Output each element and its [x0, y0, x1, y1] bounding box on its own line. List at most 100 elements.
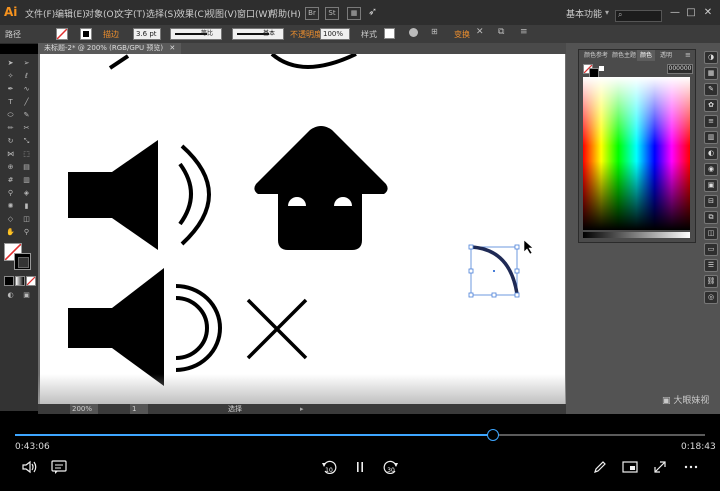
speaker-icon-shape[interactable]	[68, 140, 158, 250]
scale-tool-icon[interactable]: ⤡	[20, 136, 33, 146]
direct-selection-tool-icon[interactable]: ➢	[20, 58, 33, 68]
brushes-panel-icon[interactable]: ✎	[704, 83, 718, 96]
artboard-page-field[interactable]: 1	[130, 404, 148, 414]
transform-panel-icon[interactable]: ⧉	[704, 211, 718, 224]
align-panel-icon[interactable]: ⊟	[704, 195, 718, 208]
hand-tool-icon[interactable]: ✋	[4, 227, 17, 237]
stock-icon[interactable]: St	[325, 7, 339, 20]
canvas-area[interactable]	[38, 54, 566, 404]
slice-tool-icon[interactable]: ◫	[20, 214, 33, 224]
volume-button[interactable]	[20, 458, 38, 476]
zoom-tool-icon[interactable]: ⚲	[20, 227, 33, 237]
rotate-tool-icon[interactable]: ↻	[4, 136, 17, 146]
menu-edit[interactable]: 编辑(E)	[55, 7, 86, 20]
type-tool-icon[interactable]: T	[4, 97, 17, 107]
opacity-label[interactable]: 不透明度	[290, 29, 322, 40]
curvature-tool-icon[interactable]: ∿	[20, 84, 33, 94]
sound-waves-shape[interactable]	[178, 144, 211, 246]
menu-select[interactable]: 选择(S)	[146, 7, 177, 20]
menu-type[interactable]: 文字(T)	[115, 7, 146, 20]
progress-thumb[interactable]	[487, 429, 500, 441]
menu-help[interactable]: 帮助(H)	[269, 7, 301, 20]
links-panel-icon[interactable]: ⛓	[704, 275, 718, 288]
sound-arcs-shape-2[interactable]	[175, 284, 222, 372]
menu-effect[interactable]: 效果(C)	[176, 7, 207, 20]
tab-transparency[interactable]: 透明	[657, 50, 675, 61]
tab-color-themes[interactable]: 颜色主题	[609, 50, 639, 61]
lasso-tool-icon[interactable]: ℓ	[20, 71, 33, 81]
menu-file[interactable]: 文件(F)	[25, 7, 55, 20]
free-transform-tool-icon[interactable]: ⬚	[20, 149, 33, 159]
isolate-icon[interactable]: ✕	[476, 27, 484, 37]
column-graph-tool-icon[interactable]: ▮	[20, 201, 33, 211]
stroke-color-box[interactable]	[14, 253, 31, 270]
artboard[interactable]	[40, 54, 565, 404]
stroke-label[interactable]: 描边	[103, 29, 119, 40]
transform-label[interactable]: 变换	[454, 29, 470, 40]
speaker-icon-shape-2[interactable]	[68, 268, 164, 386]
captions-button[interactable]	[50, 458, 68, 476]
pause-button[interactable]	[351, 458, 369, 476]
status-menu-arrow-icon[interactable]: ▸	[300, 404, 304, 414]
opacity-field[interactable]: 100%	[320, 28, 350, 40]
paintbrush-tool-icon[interactable]: ✎	[20, 110, 33, 120]
line-tool-icon[interactable]: ╱	[20, 97, 33, 107]
screen-mode-icon[interactable]: ▣	[20, 290, 33, 300]
symbols-panel-icon[interactable]: ✿	[704, 99, 718, 112]
fullscreen-button[interactable]	[651, 458, 669, 476]
libraries-panel-icon[interactable]: ◎	[704, 291, 718, 304]
pathfinder-icon[interactable]: ⧉	[498, 27, 504, 37]
tab-color-guide[interactable]: 颜色参考	[581, 50, 611, 61]
selection-tool-icon[interactable]: ➤	[4, 58, 17, 68]
color-panel-icon[interactable]: ◑	[704, 51, 718, 64]
progress-bar[interactable]	[15, 429, 705, 441]
tab-color[interactable]: 颜色	[637, 50, 656, 61]
gradient-panel-icon[interactable]: ▥	[704, 131, 718, 144]
magic-wand-tool-icon[interactable]: ✧	[4, 71, 17, 81]
align-icon[interactable]: ⊞	[431, 27, 438, 36]
dropdown-arrow-icon[interactable]: ▾	[605, 8, 609, 17]
arrange-documents-icon[interactable]: ▦	[347, 7, 361, 20]
minimize-button[interactable]: —	[668, 7, 682, 19]
selected-arc-path[interactable]	[468, 244, 520, 298]
edit-button[interactable]	[591, 458, 609, 476]
symbol-sprayer-tool-icon[interactable]: ✺	[4, 201, 17, 211]
forward-30-button[interactable]: 30	[382, 458, 400, 476]
graphic-styles-panel-icon[interactable]: ▣	[704, 179, 718, 192]
search-input[interactable]: ⌕	[615, 10, 662, 22]
appearance-panel-icon[interactable]: ◉	[704, 163, 718, 176]
ellipse-tool-icon[interactable]: ⬭	[4, 110, 17, 120]
zoom-level-field[interactable]: 200%	[70, 404, 98, 414]
blend-tool-icon[interactable]: ◈	[20, 188, 33, 198]
scissors-tool-icon[interactable]: ✂	[20, 123, 33, 133]
close-button[interactable]: ✕	[701, 7, 715, 19]
restore-button[interactable]: □	[684, 7, 698, 19]
grayscale-ramp[interactable]	[583, 232, 690, 238]
close-tab-icon[interactable]: ✕	[169, 44, 175, 52]
none-mode-icon[interactable]	[26, 276, 36, 286]
draw-mode-icon[interactable]: ◐	[4, 290, 17, 300]
gpu-performance-icon[interactable]: ➶	[368, 6, 380, 18]
panel-menu-icon[interactable]: ≡	[520, 27, 528, 37]
fill-swatch[interactable]	[56, 28, 68, 40]
stroke-weight-field[interactable]: 3.6 pt	[133, 28, 161, 40]
white-swatch[interactable]	[599, 66, 604, 71]
menu-window[interactable]: 窗口(W)	[237, 7, 271, 20]
graphic-style-swatch[interactable]	[384, 28, 395, 39]
stroke-panel-icon[interactable]: ≡	[704, 115, 718, 128]
artboard-tool-icon[interactable]: ◇	[4, 214, 17, 224]
stroke-profile-select[interactable]: 等比	[170, 28, 222, 40]
close-x-shape[interactable]	[246, 298, 308, 360]
shape-builder-tool-icon[interactable]: ⊕	[4, 162, 17, 172]
menu-object[interactable]: 对象(O)	[85, 7, 117, 20]
width-tool-icon[interactable]: ⋈	[4, 149, 17, 159]
more-options-button[interactable]	[682, 458, 700, 476]
bridge-icon[interactable]: Br	[305, 7, 319, 20]
mesh-tool-icon[interactable]: #	[4, 175, 17, 185]
house-icon-shape[interactable]	[254, 126, 388, 250]
menu-view[interactable]: 视图(V)	[206, 7, 237, 20]
pen-tool-icon[interactable]: ✒	[4, 84, 17, 94]
partial-circle-top[interactable]	[270, 54, 357, 69]
picture-in-picture-button[interactable]	[621, 458, 639, 476]
workspace-switcher[interactable]: 基本功能	[566, 7, 602, 20]
